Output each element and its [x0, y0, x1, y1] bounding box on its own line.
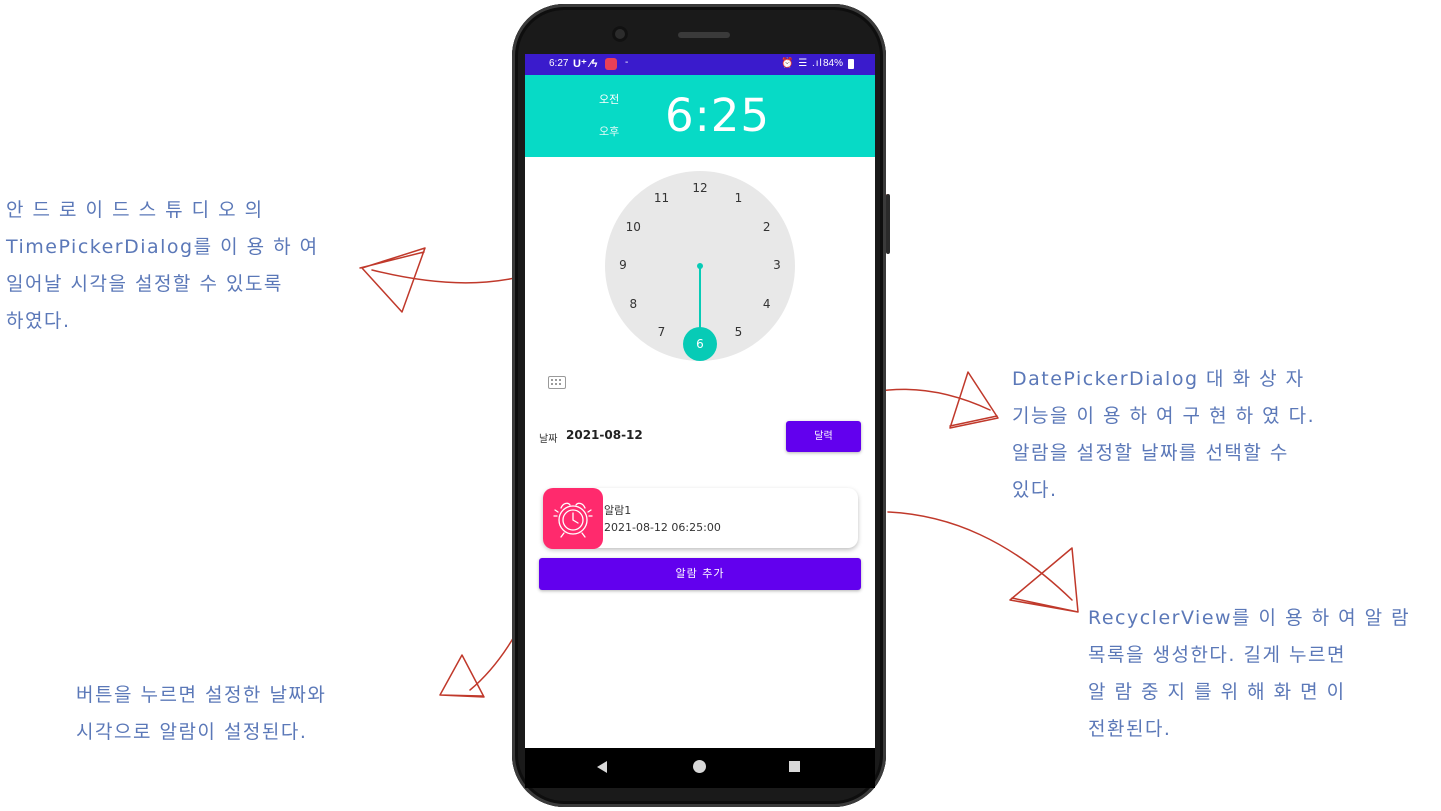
- recent-apps-icon[interactable]: [789, 761, 800, 772]
- selected-time[interactable]: 6:25: [665, 89, 770, 142]
- status-separator: -: [625, 57, 629, 68]
- system-status-icons: ⏰ ☰ .ıl: [781, 58, 823, 69]
- alarm-title: 알람1: [604, 504, 632, 517]
- clock-number[interactable]: 12: [688, 181, 712, 197]
- status-bar: 6:27 U⁺ ⁄ϟ - ⏰ ☰ .ıl 84%: [525, 54, 875, 75]
- clock-selected-number[interactable]: 6: [683, 327, 717, 361]
- clock-number[interactable]: 1: [727, 191, 751, 207]
- clock-number[interactable]: 7: [650, 325, 674, 341]
- power-button: [886, 194, 890, 254]
- navigation-bar: [525, 748, 875, 788]
- arrow-head-left: [359, 247, 426, 313]
- add-alarm-button[interactable]: 알람 추가: [539, 558, 861, 590]
- home-icon[interactable]: [693, 760, 706, 773]
- clock-number[interactable]: 9: [611, 258, 635, 274]
- arrow-head-bottom-left: [439, 654, 485, 698]
- date-label: 날짜: [539, 434, 558, 445]
- alarm-datetime: 2021-08-12 06:25:00: [604, 521, 721, 534]
- clock-number[interactable]: 2: [755, 220, 779, 236]
- status-time: 6:27: [549, 58, 569, 69]
- back-icon[interactable]: [597, 761, 607, 773]
- notification-app-icon: [605, 58, 617, 70]
- pm-toggle[interactable]: 오후: [599, 123, 619, 139]
- carrier-label: U⁺ ⁄ϟ: [573, 58, 598, 70]
- clock-number[interactable]: 4: [755, 297, 779, 313]
- alarm-list-item[interactable]: 알람1 2021-08-12 06:25:00: [543, 488, 858, 549]
- am-toggle[interactable]: 오전: [599, 91, 619, 107]
- arrow-head-right-top: [949, 371, 999, 429]
- clock-center-dot: [697, 263, 703, 269]
- clock-number[interactable]: 3: [765, 258, 789, 274]
- phone-screen: 6:27 U⁺ ⁄ϟ - ⏰ ☰ .ıl 84% 오전 오후 6:25 6 12…: [525, 54, 875, 748]
- battery-icon: [848, 59, 854, 69]
- clock-number[interactable]: 8: [621, 297, 645, 313]
- date-value: 2021-08-12: [566, 428, 643, 442]
- alarm-clock-icon: [543, 488, 603, 549]
- battery-percent: 84%: [823, 58, 844, 69]
- keyboard-icon[interactable]: [548, 376, 566, 389]
- time-picker-header: 오전 오후 6:25: [525, 75, 875, 157]
- calendar-button[interactable]: 달력: [786, 421, 861, 452]
- earpiece-speaker: [678, 32, 730, 38]
- front-camera: [612, 26, 628, 42]
- clock-number[interactable]: 10: [621, 220, 645, 236]
- clock-face[interactable]: 6 12 1 2 3 4 5 7 8 9 10 11: [605, 171, 795, 361]
- clock-number[interactable]: 11: [650, 191, 674, 207]
- arrow-line-right-bottom: [887, 511, 1073, 601]
- clock-number[interactable]: 5: [727, 325, 751, 341]
